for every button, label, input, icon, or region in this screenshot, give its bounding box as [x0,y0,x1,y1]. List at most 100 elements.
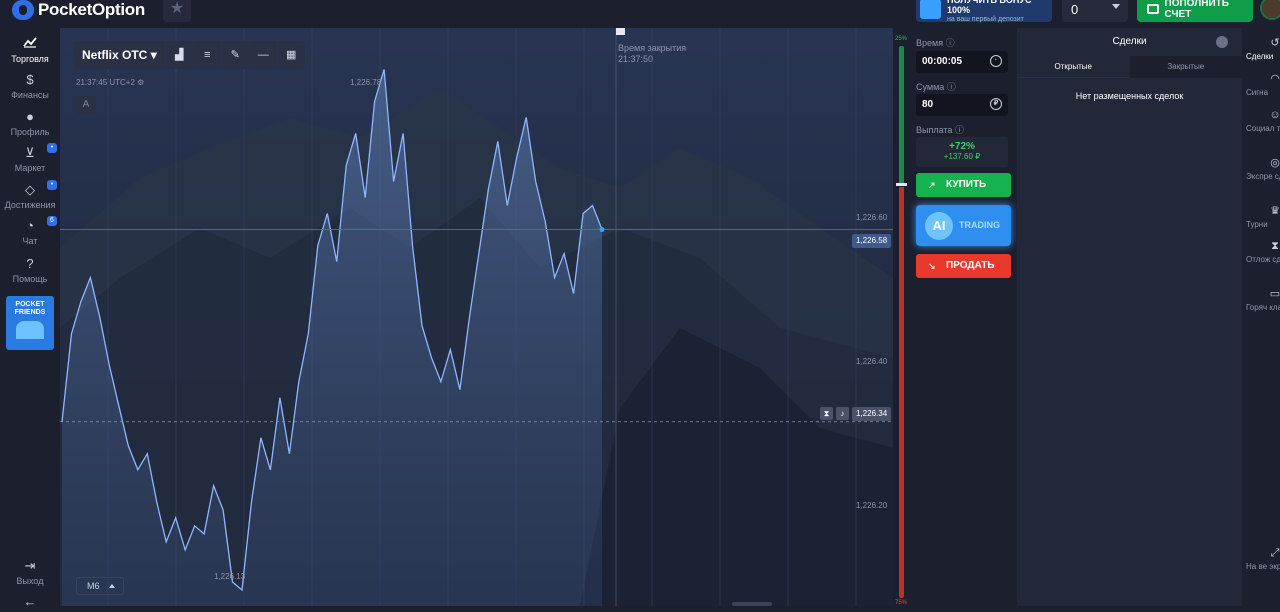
deposit-button[interactable]: ПОПОЛНИТЬ СЧЕТ [1137,0,1253,22]
bonus-banner[interactable]: ПОЛУЧИТЬ БОНУС 100% на ваш первый депози… [916,0,1052,23]
bell-icon[interactable]: ♪ [836,407,849,420]
right-sidebar: ↺ Сделки ◠ Сигна ☺ Социал торгов ◎ Экспр… [1242,28,1280,606]
sentiment-marker [896,183,907,186]
deals-panel: Сделки Открытые Закрытые Нет размещенных… [1017,28,1242,606]
high-price-label: 1,226.78 [350,78,382,87]
more-options-icon[interactable] [1216,36,1228,48]
top-bar: PocketOption ★ ПОЛУЧИТЬ БОНУС 100% на ва… [0,0,1280,28]
line-tool-button[interactable]: — [249,41,277,69]
favorite-star-button[interactable]: ★ [163,0,191,22]
ai-trading-button[interactable]: AI TRADING [916,205,1011,246]
right-item-signals[interactable]: ◠ Сигна [1242,72,1280,98]
price-chart[interactable]: Netflix OTC ▾ ▟ ≡ ✎ — ▦ 21:37:45 UTC+2 ⚙… [60,28,893,606]
time-field[interactable]: 00:00:05 · [916,51,1008,73]
buy-label: КУПИТЬ [946,179,987,190]
traders-sentiment: 25% 75% [893,28,910,606]
sell-button[interactable]: ↘ ПРОДАТЬ [916,254,1011,278]
history-icon: ↺ [1270,37,1280,49]
right-item-fullscreen[interactable]: ⤢ На ве экра [1242,546,1280,572]
brush-icon: ✎ [230,49,240,61]
pocket-friends-banner[interactable]: POCKET FRIENDS [6,296,54,350]
payout-label: Выплата ⓘ [916,123,964,136]
y-axis-label: 1,226.20 [856,501,888,510]
amount-field[interactable]: 80 ₽ [916,94,1008,116]
amount-value: 80 [922,99,934,110]
right-item-label: Горяч клави [1246,303,1280,312]
layout-button[interactable]: ▦ [277,41,305,69]
right-item-deals[interactable]: ↺ Сделки [1242,36,1280,62]
chart-canvas[interactable] [60,28,893,606]
tab-closed-deals[interactable]: Закрытые [1129,56,1242,78]
right-item-label: Сделки [1246,52,1274,61]
timeframe-selector[interactable]: M6 [76,577,124,595]
right-item-hotkeys[interactable]: ▭ Горяч клави [1242,287,1280,313]
sentiment-up-bar [899,46,904,184]
right-item-pending[interactable]: ⧗ Отлож сдел [1242,239,1280,265]
chart-type-button[interactable]: ▟ [165,41,193,69]
amount-label: Сумма ⓘ [916,80,956,93]
logout-icon: ⇥ [24,558,36,573]
friends-illustration [16,321,44,339]
settings-button[interactable]: ≡ [193,41,221,69]
info-icon[interactable]: ⓘ [946,38,955,48]
ai-trading-label: TRADING [959,220,1000,230]
closing-time-value: 21:37:50 [618,54,654,64]
right-item-social[interactable]: ☺ Социал торгов [1242,108,1280,134]
sidebar-item-label: Чат [22,236,38,246]
clock-settings-icon[interactable]: ⚙ [137,78,144,87]
balance-value: 0 [1071,2,1079,17]
trophy-icon: ♛ [1270,205,1280,217]
fullscreen-icon: ⤢ [1270,547,1280,559]
signal-icon: ◠ [1270,73,1280,85]
bonus-title: ПОЛУЧИТЬ БОНУС 100% [947,0,1032,15]
server-time-text: 21:37:45 UTC+2 [76,78,135,87]
ai-icon: AI [925,212,953,240]
price-area [62,69,602,606]
logo-icon [12,0,34,20]
balance-selector[interactable]: 0 [1062,0,1128,22]
left-sidebar: Торговля $ Финансы ● Профиль ⊻ • Маркет … [0,28,60,609]
current-price-tag: 1,226.58 [852,234,892,248]
drawing-button[interactable]: ✎ [221,41,249,69]
asset-selector[interactable]: Netflix OTC ▾ [74,41,165,69]
chart-toolbar: Netflix OTC ▾ ▟ ≡ ✎ — ▦ [74,41,305,69]
hourglass-icon: ⧗ [1271,240,1279,252]
sidebar-item-market[interactable]: ⊻ • Маркет [0,143,60,173]
right-item-express[interactable]: ◎ Экспре сдел [1242,156,1280,182]
notification-badge: 6 [47,216,57,226]
sidebar-item-chat[interactable]: ◔ 6 Чат [0,216,60,246]
sidebar-item-exit[interactable]: ⇥ Выход [0,558,60,586]
dollar-icon: $ [26,72,34,87]
sidebar-item-trading[interactable]: Торговля [0,36,60,64]
wallet-icon [1147,4,1159,14]
info-icon[interactable]: ⓘ [955,125,964,135]
sidebar-item-achievements[interactable]: ◇ • Достижения [0,180,60,210]
low-price-label: 1,226.13 [214,572,246,581]
right-item-tournaments[interactable]: ♛ Турни [1242,204,1280,230]
chart-scrollbar[interactable] [732,602,772,606]
sidebar-item-finance[interactable]: $ Финансы [0,72,60,100]
sidebar-item-profile[interactable]: ● Профиль [0,109,60,137]
avatar[interactable] [1260,0,1280,20]
buy-button[interactable]: ↗ КУПИТЬ [916,173,1011,197]
logo[interactable]: PocketOption [12,0,145,20]
clock-icon[interactable]: · [990,55,1002,67]
sentiment-down-bar [899,187,904,598]
asset-name: Netflix OTC [82,48,148,62]
sidebar-item-label: Финансы [11,90,49,100]
brand-name: PocketOption [38,0,145,19]
auto-scale-button[interactable]: A [76,96,96,114]
grid-icon: ▦ [286,49,297,61]
sliders-icon: ≡ [204,49,211,61]
right-item-label: Сигна [1246,88,1269,97]
express-icon: ◎ [1270,157,1280,169]
sentiment-up-percent: 25% [895,36,908,42]
tab-open-deals[interactable]: Открытые [1017,56,1130,78]
payout-label-text: Выплата [916,125,953,135]
deals-title: Сделки [1112,36,1147,47]
sidebar-item-help[interactable]: ? Помощь [0,256,60,284]
hourglass-icon[interactable]: ⧗ [820,407,833,420]
ruble-icon[interactable]: ₽ [990,98,1002,110]
sidebar-collapse-button[interactable]: ← [0,594,60,612]
info-icon[interactable]: ⓘ [947,82,956,92]
